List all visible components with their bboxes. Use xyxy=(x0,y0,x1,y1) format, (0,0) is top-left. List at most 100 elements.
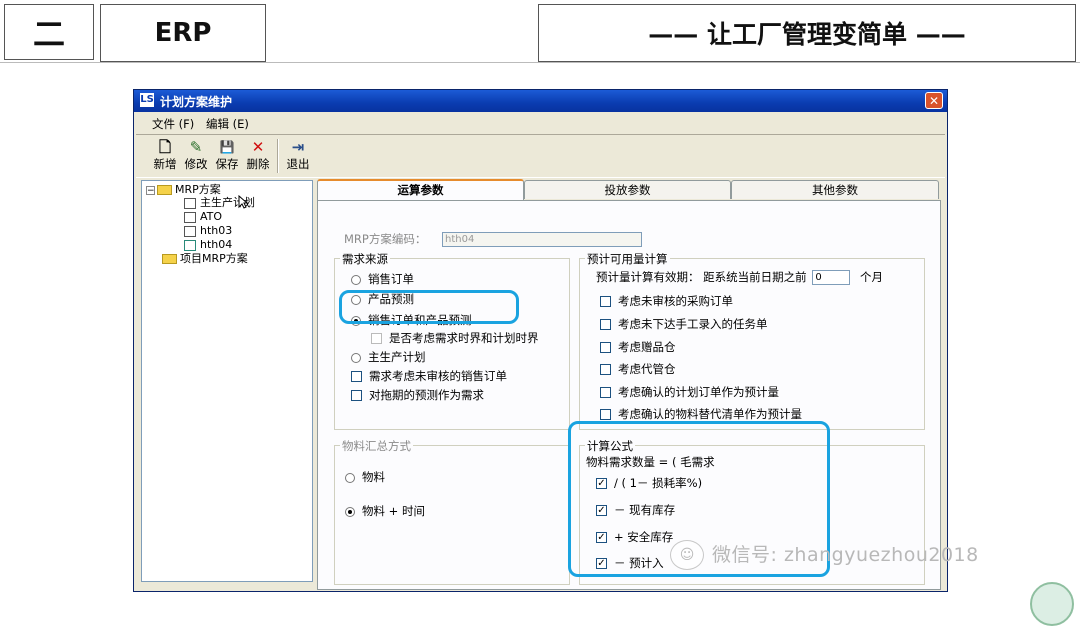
tab-other-params[interactable]: 其他参数 xyxy=(731,180,939,199)
tree-item-hth03[interactable]: hth03 xyxy=(184,224,232,237)
checkbox-label: 考虑未审核的采购订单 xyxy=(618,294,733,308)
checkbox-icon xyxy=(600,342,611,353)
checkbox-label: 考虑赠品仓 xyxy=(618,340,676,354)
plan-code-input[interactable]: hth04 xyxy=(442,232,643,247)
checkbox-icon xyxy=(600,296,611,307)
menu-edit[interactable]: 编辑 (E) xyxy=(206,116,249,132)
save-button[interactable]: 💾 保存 xyxy=(210,138,244,174)
available-qty-group: 预计可用量计算 预计量计算有效期： 距系统当前日期之前 0 个月 考虑未审核的采… xyxy=(579,251,925,430)
plan-icon xyxy=(184,211,196,223)
menu-bar: 文件 (F) 编辑 (E) xyxy=(134,114,947,132)
option-label: 物料 + 时间 xyxy=(362,504,425,518)
topic-label: ERP xyxy=(154,18,212,48)
option-label: 物料 xyxy=(362,470,385,484)
demand-option-mps[interactable]: 主生产计划 xyxy=(351,350,426,364)
demand-option-sales[interactable]: 销售订单 xyxy=(351,272,414,286)
delete-icon: ✕ xyxy=(251,138,265,156)
checkbox-icon xyxy=(371,333,382,344)
radio-icon xyxy=(351,352,361,363)
checkbox-label: 是否考虑需求时界和计划时界 xyxy=(389,331,539,345)
option-label: 销售订单 xyxy=(368,272,414,286)
summary-option-material-time[interactable]: 物料 + 时间 xyxy=(345,504,425,518)
radio-selected-icon xyxy=(345,506,355,517)
exit-button[interactable]: ⇥ 退出 xyxy=(281,138,315,174)
unapproved-po-checkbox[interactable]: 考虑未审核的采购订单 xyxy=(600,294,733,308)
overdue-forecast-checkbox[interactable]: 对拖期的预测作为需求 xyxy=(351,388,484,402)
topic-box: ERP xyxy=(100,4,266,62)
plan-code-row: MRP方案编码： hth04 xyxy=(344,232,643,247)
edit-button[interactable]: ✎ 修改 xyxy=(179,138,213,174)
material-summary-caption: 物料汇总方式 xyxy=(340,438,413,454)
subtitle-box: —— 让工厂管理变简单 —— xyxy=(538,4,1076,62)
material-summary-group: 物料汇总方式 物料 物料 + 时间 xyxy=(334,438,570,585)
validity-label: 预计量计算有效期： 距系统当前日期之前 xyxy=(596,270,807,284)
tab-calculation-params[interactable]: 运算参数 xyxy=(317,179,524,200)
tree-item-label: ATO xyxy=(200,210,223,223)
plan-icon xyxy=(184,239,196,251)
plan-icon xyxy=(184,225,196,237)
checkbox-label: 考虑代管仓 xyxy=(618,362,676,376)
plan-icon xyxy=(184,197,196,209)
checkbox-icon xyxy=(600,364,611,375)
validity-input[interactable]: 0 xyxy=(812,270,851,285)
tab-strip: 运算参数 投放参数 其他参数 xyxy=(317,179,941,200)
available-qty-caption: 预计可用量计算 xyxy=(585,251,670,267)
exit-icon: ⇥ xyxy=(291,138,305,156)
checkbox-label: 需求考虑未审核的销售订单 xyxy=(369,369,507,383)
edit-button-label: 修改 xyxy=(184,157,208,171)
highlight-demand-option xyxy=(339,290,519,324)
checkbox-icon xyxy=(351,371,362,382)
radio-icon xyxy=(351,274,361,285)
checkbox-icon xyxy=(600,409,611,420)
tab-release-params[interactable]: 投放参数 xyxy=(524,180,731,199)
gift-warehouse-checkbox[interactable]: 考虑赠品仓 xyxy=(600,340,676,354)
tree-item-hth04[interactable]: hth04 xyxy=(184,238,232,251)
planned-order-checkbox[interactable]: 考虑确认的计划订单作为预计量 xyxy=(600,385,779,399)
collapse-icon[interactable]: − xyxy=(146,185,155,195)
tree-item-label: hth03 xyxy=(200,224,233,237)
delete-button[interactable]: ✕ 删除 xyxy=(241,138,275,174)
wechat-watermark: 微信号: zhangyuezhou2018 xyxy=(712,544,979,566)
edit-icon: ✎ xyxy=(189,138,203,156)
new-button-label: 新增 xyxy=(153,157,177,171)
toolbar-separator xyxy=(277,139,279,173)
mouse-cursor-icon xyxy=(238,195,248,209)
checkbox-icon xyxy=(600,387,611,398)
close-icon[interactable]: ✕ xyxy=(925,92,943,109)
demand-source-caption: 需求来源 xyxy=(340,251,390,267)
wechat-icon: ☺ xyxy=(670,540,704,570)
unapproved-sales-checkbox[interactable]: 需求考虑未审核的销售订单 xyxy=(351,369,507,383)
exit-button-label: 退出 xyxy=(286,157,310,171)
toolbar: 🗋 新增 ✎ 修改 💾 保存 ✕ 删除 ⇥ 退出 xyxy=(136,134,945,178)
tree-item-ato[interactable]: ATO xyxy=(184,210,222,223)
tree-root-project[interactable]: 项目MRP方案 xyxy=(162,252,248,265)
demand-source-group: 需求来源 销售订单 产品预测 销售订单和产品预测 是否考虑需求时界和计划时界 主… xyxy=(334,251,570,430)
checkbox-label: 考虑未下达手工录入的任务单 xyxy=(618,317,768,331)
window-titlebar[interactable]: LS 计划方案维护 ✕ xyxy=(134,90,947,112)
option-label: 主生产计划 xyxy=(368,350,426,364)
new-button[interactable]: 🗋 新增 xyxy=(148,138,182,174)
substitute-list-checkbox[interactable]: 考虑确认的物料替代清单作为预计量 xyxy=(600,407,802,421)
window-title: 计划方案维护 xyxy=(160,95,233,109)
checkbox-label: 考虑确认的物料替代清单作为预计量 xyxy=(618,407,802,421)
consignment-warehouse-checkbox[interactable]: 考虑代管仓 xyxy=(600,362,676,376)
tree-root-mrp[interactable]: − MRP方案 xyxy=(146,183,221,196)
header-divider xyxy=(0,62,1080,63)
time-fence-checkbox[interactable]: 是否考虑需求时界和计划时界 xyxy=(371,331,539,345)
plan-code-label: MRP方案编码： xyxy=(344,232,427,246)
section-number: 二 xyxy=(32,15,65,53)
section-number-box: 二 xyxy=(4,4,94,60)
menu-file[interactable]: 文件 (F) xyxy=(152,116,194,132)
validity-unit: 个月 xyxy=(859,270,883,284)
checkbox-label: 对拖期的预测作为需求 xyxy=(369,388,484,402)
checkbox-label: 考虑确认的计划订单作为预计量 xyxy=(618,385,779,399)
summary-option-material[interactable]: 物料 xyxy=(345,470,385,484)
delete-button-label: 删除 xyxy=(246,157,270,171)
validity-row: 预计量计算有效期： 距系统当前日期之前 0 个月 xyxy=(596,270,883,285)
app-icon: LS xyxy=(140,93,154,107)
save-button-label: 保存 xyxy=(215,157,239,171)
manual-task-checkbox[interactable]: 考虑未下达手工录入的任务单 xyxy=(600,317,768,331)
plan-tree: − MRP方案 主生产计划 ATO hth03 hth04 项目MRP方案 xyxy=(141,180,313,582)
corner-decoration xyxy=(1030,582,1074,626)
slide-subtitle: —— 让工厂管理变简单 —— xyxy=(648,20,966,49)
